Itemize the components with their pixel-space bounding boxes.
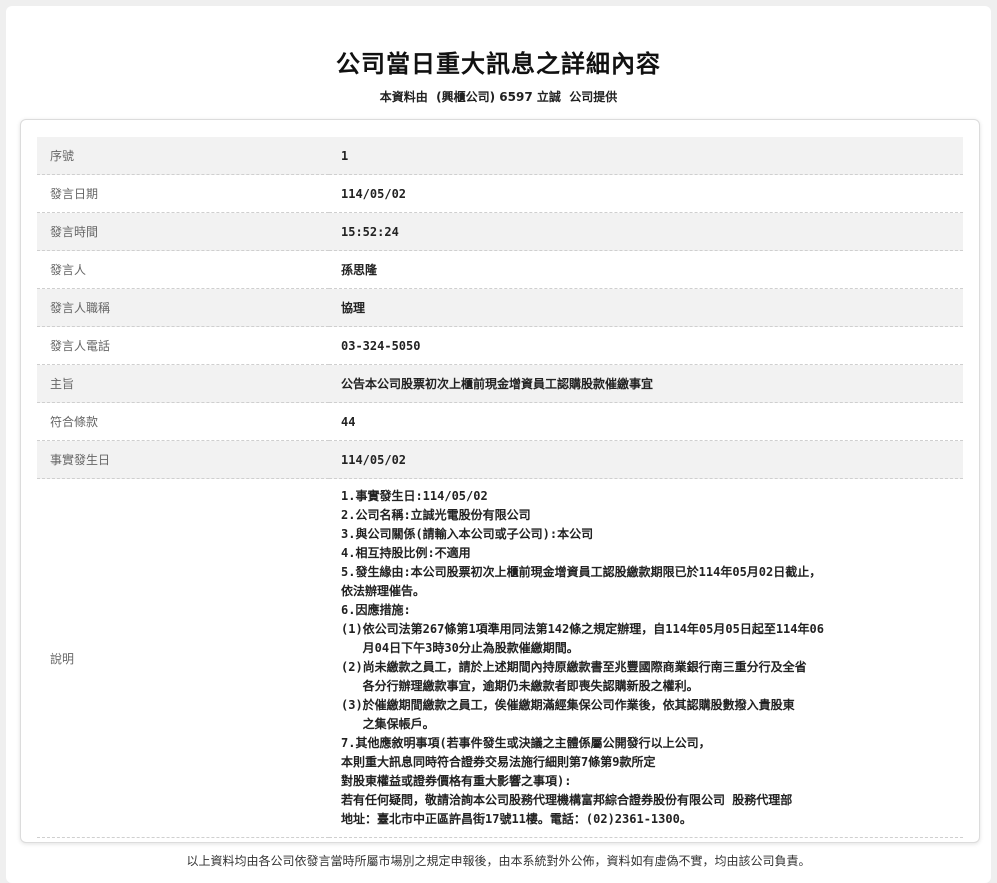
row-value-time: 15:52:24 xyxy=(329,212,963,251)
table-row: 事實發生日 114/05/02 xyxy=(37,440,963,479)
row-value-phone: 03-324-5050 xyxy=(329,326,963,365)
row-label-clause: 符合條款 xyxy=(37,402,329,441)
row-value-title: 協理 xyxy=(329,288,963,327)
footer-note: 以上資料均由各公司依發言當時所屬市場別之規定申報後，由本系統對外公佈，資料如有虛… xyxy=(186,854,811,868)
row-label-spokesperson: 發言人 xyxy=(37,250,329,289)
row-label-description: 說明 xyxy=(37,478,329,838)
table-row: 發言人電話 03-324-5050 xyxy=(37,326,963,365)
table-row: 發言日期 114/05/02 xyxy=(37,174,963,213)
row-label-title: 發言人職稱 xyxy=(37,288,329,327)
row-label-date: 發言日期 xyxy=(37,174,329,213)
detail-table: 序號 1 發言日期 114/05/02 發言時間 15:52:24 發言人 孫思… xyxy=(37,137,963,838)
table-row: 發言人職稱 協理 xyxy=(37,288,963,327)
table-row: 說明 1.事實發生日:114/05/02 2.公司名稱:立誠光電股份有限公司 3… xyxy=(37,478,963,838)
page-title: 公司當日重大訊息之詳細內容 xyxy=(336,50,661,78)
detail-card: 序號 1 發言日期 114/05/02 發言時間 15:52:24 發言人 孫思… xyxy=(20,119,980,843)
row-value-date: 114/05/02 xyxy=(329,174,963,213)
row-value-fact-date: 114/05/02 xyxy=(329,440,963,479)
row-label-subject: 主旨 xyxy=(37,364,329,403)
row-value-spokesperson: 孫思隆 xyxy=(329,250,963,289)
provider-line: 本資料由 (興櫃公司) 6597 立誠 公司提供 xyxy=(379,90,618,104)
description-text: 1.事實發生日:114/05/02 2.公司名稱:立誠光電股份有限公司 3.與公… xyxy=(341,489,824,826)
row-label-time: 發言時間 xyxy=(37,212,329,251)
row-label-phone: 發言人電話 xyxy=(37,326,329,365)
row-value-description: 1.事實發生日:114/05/02 2.公司名稱:立誠光電股份有限公司 3.與公… xyxy=(329,478,963,838)
row-value-subject: 公告本公司股票初次上櫃前現金增資員工認購股款催繳事宜 xyxy=(329,364,963,403)
row-value-serial: 1 xyxy=(329,137,963,175)
table-row: 主旨 公告本公司股票初次上櫃前現金增資員工認購股款催繳事宜 xyxy=(37,364,963,403)
table-row: 發言人 孫思隆 xyxy=(37,250,963,289)
table-row: 符合條款 44 xyxy=(37,402,963,441)
row-label-fact-date: 事實發生日 xyxy=(37,440,329,479)
table-row: 發言時間 15:52:24 xyxy=(37,212,963,251)
row-label-serial: 序號 xyxy=(37,137,329,175)
page: 公司當日重大訊息之詳細內容 本資料由 (興櫃公司) 6597 立誠 公司提供 序… xyxy=(6,6,991,883)
row-value-clause: 44 xyxy=(329,402,963,441)
table-row: 序號 1 xyxy=(37,137,963,175)
